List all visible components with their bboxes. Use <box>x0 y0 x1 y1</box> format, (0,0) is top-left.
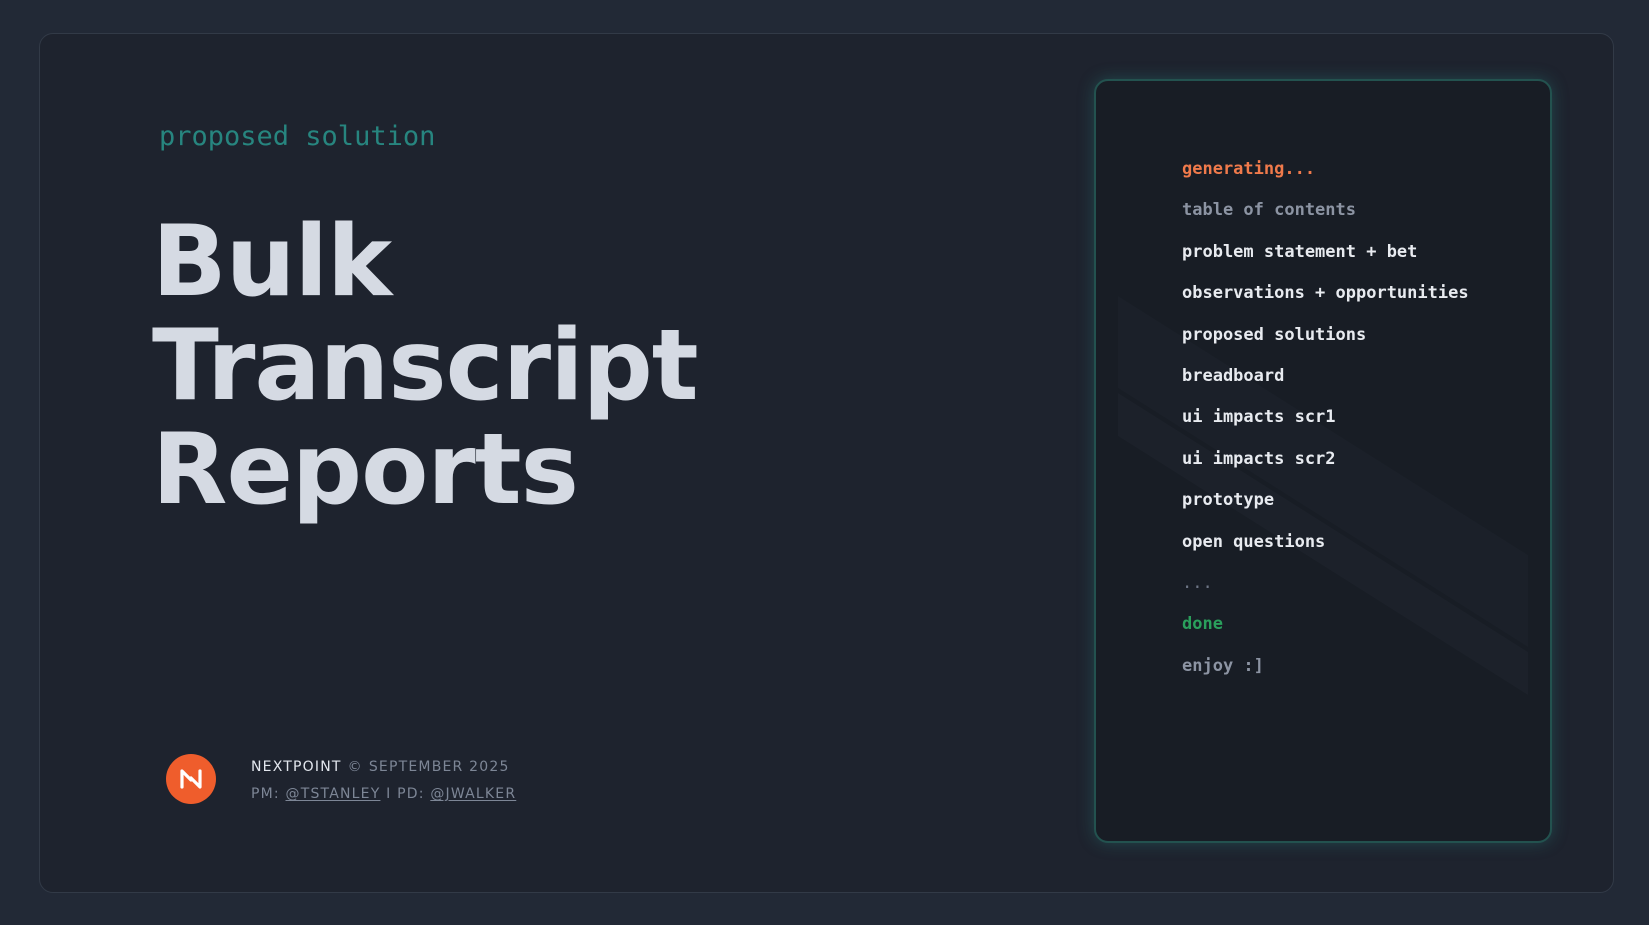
credits-separator: I <box>386 786 392 802</box>
pd-handle-link[interactable]: @JWALKER <box>430 781 516 808</box>
generation-log: generating... table of contents problem … <box>1182 149 1469 687</box>
title-line: Bulk <box>152 205 392 319</box>
title-line: Transcript <box>152 309 699 423</box>
slide-title: Bulk Transcript Reports <box>152 205 699 527</box>
log-line: problem statement + bet <box>1182 241 1418 262</box>
log-line: prototype <box>1182 490 1275 511</box>
brand-name: NEXTPOINT <box>251 759 342 775</box>
nextpoint-logo-icon <box>166 754 216 804</box>
date-label: SEPTEMBER 2025 <box>368 759 510 775</box>
title-line: Reports <box>152 413 579 527</box>
log-line: ui impacts scr1 <box>1182 407 1336 428</box>
slide-credits: NEXTPOINT © SEPTEMBER 2025 PM: @TSTANLEY… <box>251 754 516 808</box>
pd-label: PD: <box>397 786 425 802</box>
slide: proposed solution Bulk Transcript Report… <box>39 33 1614 893</box>
log-line-ellipsis: ... <box>1182 572 1213 593</box>
pm-label: PM: <box>251 786 280 802</box>
copyright-icon: © <box>347 759 363 775</box>
log-line: breadboard <box>1182 365 1285 386</box>
section-label: proposed solution <box>159 121 436 152</box>
log-line: open questions <box>1182 531 1326 552</box>
credits-line-team: PM: @TSTANLEY I PD: @JWALKER <box>251 781 516 808</box>
log-line-enjoy: enjoy :] <box>1182 655 1264 676</box>
log-line: observations + opportunities <box>1182 283 1469 304</box>
generation-terminal: generating... table of contents problem … <box>1094 79 1552 843</box>
credits-line-brand: NEXTPOINT © SEPTEMBER 2025 <box>251 754 516 781</box>
pm-handle-link[interactable]: @TSTANLEY <box>286 781 381 808</box>
log-line: proposed solutions <box>1182 324 1367 345</box>
log-line-toc: table of contents <box>1182 200 1356 221</box>
log-line-status: generating... <box>1182 159 1316 179</box>
log-line-done: done <box>1182 614 1223 635</box>
log-line: ui impacts scr2 <box>1182 448 1336 469</box>
